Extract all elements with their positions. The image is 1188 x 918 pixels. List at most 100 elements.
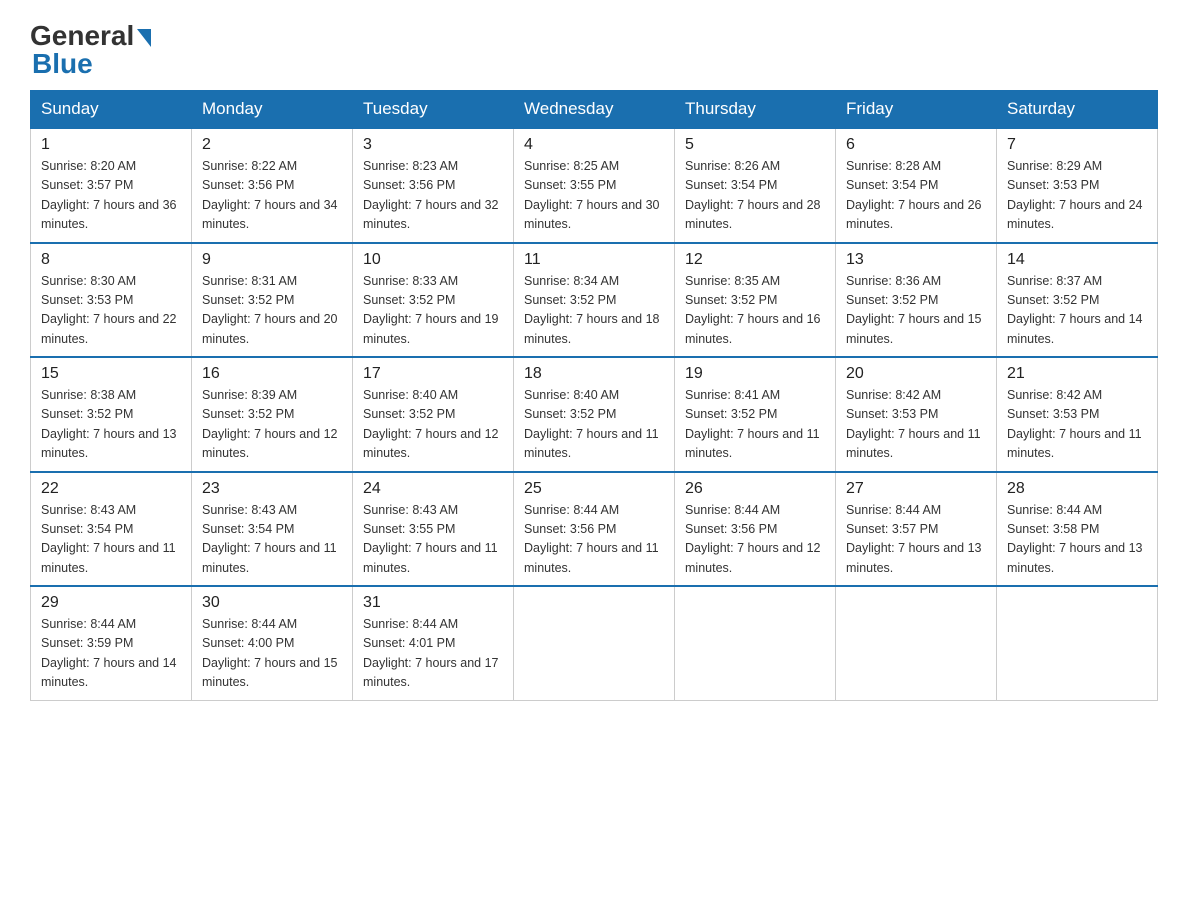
calendar-cell: 9 Sunrise: 8:31 AMSunset: 3:52 PMDayligh… [192, 243, 353, 358]
calendar-cell: 25 Sunrise: 8:44 AMSunset: 3:56 PMDaylig… [514, 472, 675, 587]
day-number: 1 [41, 136, 181, 154]
day-number: 9 [202, 251, 342, 269]
day-info: Sunrise: 8:43 AMSunset: 3:55 PMDaylight:… [363, 503, 498, 575]
calendar-cell [514, 586, 675, 700]
calendar-week-3: 15 Sunrise: 8:38 AMSunset: 3:52 PMDaylig… [31, 357, 1158, 472]
day-number: 24 [363, 480, 503, 498]
page-header: General Blue [30, 20, 1158, 80]
day-info: Sunrise: 8:28 AMSunset: 3:54 PMDaylight:… [846, 159, 982, 231]
calendar-cell: 7 Sunrise: 8:29 AMSunset: 3:53 PMDayligh… [997, 128, 1158, 243]
day-number: 10 [363, 251, 503, 269]
day-info: Sunrise: 8:31 AMSunset: 3:52 PMDaylight:… [202, 274, 338, 346]
calendar-cell: 17 Sunrise: 8:40 AMSunset: 3:52 PMDaylig… [353, 357, 514, 472]
day-info: Sunrise: 8:34 AMSunset: 3:52 PMDaylight:… [524, 274, 660, 346]
day-number: 30 [202, 594, 342, 612]
day-info: Sunrise: 8:22 AMSunset: 3:56 PMDaylight:… [202, 159, 338, 231]
calendar-cell: 16 Sunrise: 8:39 AMSunset: 3:52 PMDaylig… [192, 357, 353, 472]
calendar-cell: 28 Sunrise: 8:44 AMSunset: 3:58 PMDaylig… [997, 472, 1158, 587]
day-info: Sunrise: 8:40 AMSunset: 3:52 PMDaylight:… [363, 388, 499, 460]
day-info: Sunrise: 8:39 AMSunset: 3:52 PMDaylight:… [202, 388, 338, 460]
day-number: 16 [202, 365, 342, 383]
day-number: 5 [685, 136, 825, 154]
calendar-cell: 22 Sunrise: 8:43 AMSunset: 3:54 PMDaylig… [31, 472, 192, 587]
day-number: 25 [524, 480, 664, 498]
day-info: Sunrise: 8:25 AMSunset: 3:55 PMDaylight:… [524, 159, 660, 231]
calendar-header-wednesday: Wednesday [514, 91, 675, 129]
calendar-week-1: 1 Sunrise: 8:20 AMSunset: 3:57 PMDayligh… [31, 128, 1158, 243]
day-info: Sunrise: 8:37 AMSunset: 3:52 PMDaylight:… [1007, 274, 1143, 346]
day-info: Sunrise: 8:42 AMSunset: 3:53 PMDaylight:… [846, 388, 981, 460]
day-number: 8 [41, 251, 181, 269]
calendar-cell: 27 Sunrise: 8:44 AMSunset: 3:57 PMDaylig… [836, 472, 997, 587]
calendar-table: SundayMondayTuesdayWednesdayThursdayFrid… [30, 90, 1158, 701]
day-info: Sunrise: 8:23 AMSunset: 3:56 PMDaylight:… [363, 159, 499, 231]
day-number: 6 [846, 136, 986, 154]
calendar-cell: 5 Sunrise: 8:26 AMSunset: 3:54 PMDayligh… [675, 128, 836, 243]
calendar-cell: 14 Sunrise: 8:37 AMSunset: 3:52 PMDaylig… [997, 243, 1158, 358]
day-number: 15 [41, 365, 181, 383]
calendar-header-monday: Monday [192, 91, 353, 129]
calendar-cell: 18 Sunrise: 8:40 AMSunset: 3:52 PMDaylig… [514, 357, 675, 472]
calendar-cell: 26 Sunrise: 8:44 AMSunset: 3:56 PMDaylig… [675, 472, 836, 587]
day-info: Sunrise: 8:38 AMSunset: 3:52 PMDaylight:… [41, 388, 177, 460]
calendar-cell: 19 Sunrise: 8:41 AMSunset: 3:52 PMDaylig… [675, 357, 836, 472]
day-info: Sunrise: 8:29 AMSunset: 3:53 PMDaylight:… [1007, 159, 1143, 231]
logo: General Blue [30, 20, 151, 80]
day-info: Sunrise: 8:20 AMSunset: 3:57 PMDaylight:… [41, 159, 177, 231]
calendar-header-friday: Friday [836, 91, 997, 129]
calendar-cell: 10 Sunrise: 8:33 AMSunset: 3:52 PMDaylig… [353, 243, 514, 358]
calendar-cell: 21 Sunrise: 8:42 AMSunset: 3:53 PMDaylig… [997, 357, 1158, 472]
calendar-cell: 31 Sunrise: 8:44 AMSunset: 4:01 PMDaylig… [353, 586, 514, 700]
calendar-cell: 15 Sunrise: 8:38 AMSunset: 3:52 PMDaylig… [31, 357, 192, 472]
day-number: 26 [685, 480, 825, 498]
day-info: Sunrise: 8:44 AMSunset: 3:58 PMDaylight:… [1007, 503, 1143, 575]
day-number: 29 [41, 594, 181, 612]
day-number: 13 [846, 251, 986, 269]
calendar-week-2: 8 Sunrise: 8:30 AMSunset: 3:53 PMDayligh… [31, 243, 1158, 358]
day-number: 4 [524, 136, 664, 154]
calendar-header-row: SundayMondayTuesdayWednesdayThursdayFrid… [31, 91, 1158, 129]
day-number: 2 [202, 136, 342, 154]
day-number: 31 [363, 594, 503, 612]
calendar-header-saturday: Saturday [997, 91, 1158, 129]
calendar-header-sunday: Sunday [31, 91, 192, 129]
day-info: Sunrise: 8:30 AMSunset: 3:53 PMDaylight:… [41, 274, 177, 346]
calendar-week-5: 29 Sunrise: 8:44 AMSunset: 3:59 PMDaylig… [31, 586, 1158, 700]
calendar-week-4: 22 Sunrise: 8:43 AMSunset: 3:54 PMDaylig… [31, 472, 1158, 587]
day-info: Sunrise: 8:44 AMSunset: 3:57 PMDaylight:… [846, 503, 982, 575]
calendar-cell: 13 Sunrise: 8:36 AMSunset: 3:52 PMDaylig… [836, 243, 997, 358]
calendar-cell: 20 Sunrise: 8:42 AMSunset: 3:53 PMDaylig… [836, 357, 997, 472]
calendar-cell: 11 Sunrise: 8:34 AMSunset: 3:52 PMDaylig… [514, 243, 675, 358]
calendar-cell [997, 586, 1158, 700]
day-number: 22 [41, 480, 181, 498]
calendar-cell: 30 Sunrise: 8:44 AMSunset: 4:00 PMDaylig… [192, 586, 353, 700]
day-info: Sunrise: 8:43 AMSunset: 3:54 PMDaylight:… [202, 503, 337, 575]
calendar-cell [675, 586, 836, 700]
day-info: Sunrise: 8:44 AMSunset: 3:56 PMDaylight:… [524, 503, 659, 575]
day-info: Sunrise: 8:44 AMSunset: 3:59 PMDaylight:… [41, 617, 177, 689]
day-info: Sunrise: 8:44 AMSunset: 3:56 PMDaylight:… [685, 503, 821, 575]
day-number: 12 [685, 251, 825, 269]
logo-blue-text: Blue [32, 48, 93, 80]
day-number: 23 [202, 480, 342, 498]
day-number: 18 [524, 365, 664, 383]
calendar-cell: 3 Sunrise: 8:23 AMSunset: 3:56 PMDayligh… [353, 128, 514, 243]
day-number: 21 [1007, 365, 1147, 383]
day-info: Sunrise: 8:35 AMSunset: 3:52 PMDaylight:… [685, 274, 821, 346]
calendar-cell [836, 586, 997, 700]
logo-arrow-icon [137, 29, 151, 47]
day-number: 3 [363, 136, 503, 154]
calendar-cell: 23 Sunrise: 8:43 AMSunset: 3:54 PMDaylig… [192, 472, 353, 587]
day-info: Sunrise: 8:40 AMSunset: 3:52 PMDaylight:… [524, 388, 659, 460]
calendar-cell: 8 Sunrise: 8:30 AMSunset: 3:53 PMDayligh… [31, 243, 192, 358]
day-number: 17 [363, 365, 503, 383]
day-info: Sunrise: 8:44 AMSunset: 4:00 PMDaylight:… [202, 617, 338, 689]
day-info: Sunrise: 8:36 AMSunset: 3:52 PMDaylight:… [846, 274, 982, 346]
calendar-cell: 12 Sunrise: 8:35 AMSunset: 3:52 PMDaylig… [675, 243, 836, 358]
calendar-cell: 6 Sunrise: 8:28 AMSunset: 3:54 PMDayligh… [836, 128, 997, 243]
calendar-cell: 1 Sunrise: 8:20 AMSunset: 3:57 PMDayligh… [31, 128, 192, 243]
calendar-cell: 4 Sunrise: 8:25 AMSunset: 3:55 PMDayligh… [514, 128, 675, 243]
calendar-cell: 24 Sunrise: 8:43 AMSunset: 3:55 PMDaylig… [353, 472, 514, 587]
day-number: 27 [846, 480, 986, 498]
day-number: 11 [524, 251, 664, 269]
